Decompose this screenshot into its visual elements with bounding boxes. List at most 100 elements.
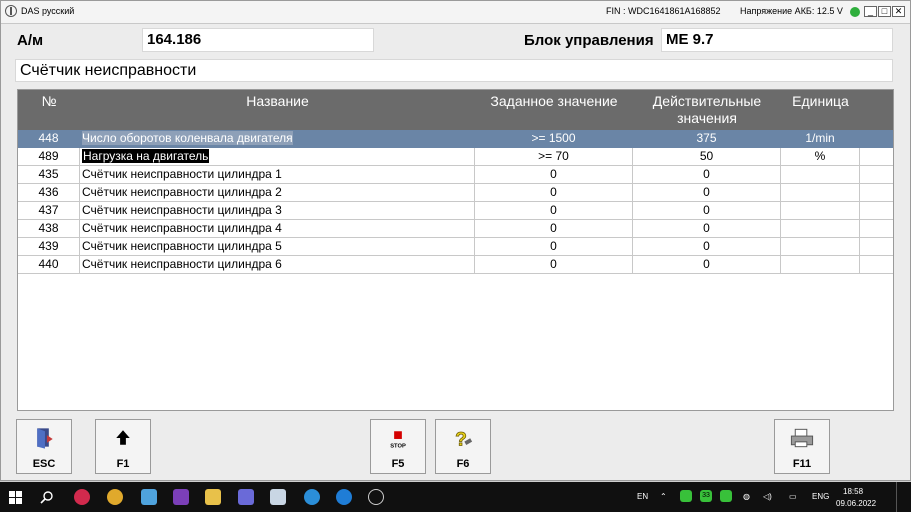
app-icon[interactable] [74,489,90,505]
ecu-label: Блок управления [524,32,654,49]
row-name: Число оборотов коленвала двигателя [82,131,293,145]
row-name: Нагрузка на двигатель [82,149,210,163]
ecu-value: ME 9.7 [661,28,893,52]
row-name: Счётчик неисправности цилиндра 3 [80,202,475,219]
row-extra [860,256,893,273]
stop-icon: STOP [390,431,406,450]
das-logo-icon [5,5,17,17]
f5-button[interactable]: STOP F5 [370,419,426,474]
row-name: Счётчик неисправности цилиндра 4 [80,220,475,237]
f1-button[interactable]: F1 [95,419,151,474]
app-title: DAS русский [21,6,75,16]
ie-icon[interactable] [336,489,352,505]
help-icon: ? [455,429,473,450]
col-header-name: Название [246,93,309,109]
close-button[interactable]: ✕ [892,6,905,17]
svg-text:?: ? [455,430,467,450]
printer-icon [790,428,814,448]
table-row[interactable]: 448 Число оборотов коленвала двигателя >… [18,130,893,148]
windows-start-icon[interactable] [9,491,22,504]
col-header-actual: Действительные значения [652,93,762,126]
table-row[interactable]: 436 Счётчик неисправности цилиндра 2 0 0 [18,184,893,202]
network-app-icon[interactable] [304,489,320,505]
table-row[interactable]: 439 Счётчик неисправности цилиндра 5 0 0 [18,238,893,256]
f6-button[interactable]: ? F6 [435,419,491,474]
row-actual: 0 [633,238,781,255]
table-row[interactable]: 438 Счётчик неисправности цилиндра 4 0 0 [18,220,893,238]
row-target: 0 [475,166,633,183]
model-value: 164.186 [142,28,374,52]
f11-button[interactable]: F11 [774,419,830,474]
search-icon[interactable] [40,490,54,504]
tray-lang[interactable]: ENG [812,492,829,501]
exit-door-icon [37,428,53,449]
row-no: 437 [18,202,80,219]
file-icon[interactable] [270,489,286,505]
row-actual: 0 [633,184,781,201]
chrome-icon[interactable] [107,489,123,505]
show-desktop-button[interactable] [896,482,911,512]
row-name: Счётчик неисправности цилиндра 1 [80,166,475,183]
title-bar: DAS русский FIN : WDC1641861A168852 Напр… [1,1,910,24]
clock-time[interactable]: 18:58 [843,487,863,496]
table-header: № Название Заданное значение Действитель… [18,90,893,130]
table-row[interactable]: 435 Счётчик неисправности цилиндра 1 0 0 [18,166,893,184]
f11-label: F11 [792,458,812,470]
minimize-button[interactable]: _ [864,6,877,17]
row-unit [781,184,860,201]
battery-voltage: Напряжение АКБ: 12.5 V [740,6,843,16]
row-target: 0 [475,220,633,237]
col-header-unit: Единица [792,93,849,109]
row-extra [860,238,893,255]
f1-label: F1 [116,458,130,470]
maximize-button[interactable]: □ [878,6,891,17]
network-icon[interactable]: ◍ [743,492,750,501]
row-no: 489 [18,148,80,165]
taskbar: EN ⌃ 33 ◍ ◁) ▭ ENG 18:58 09.06.2022 [0,482,911,512]
row-no: 448 [18,130,80,147]
row-actual: 375 [633,130,781,147]
row-no: 440 [18,256,80,273]
tray-app2-icon[interactable] [720,490,732,502]
values-table: № Название Заданное значение Действитель… [17,89,894,411]
table-row[interactable]: 437 Счётчик неисправности цилиндра 3 0 0 [18,202,893,220]
row-actual: 50 [633,148,781,165]
tray-app-icon[interactable] [680,490,692,502]
col-header-target: Заданное значение [490,93,618,109]
table-row[interactable]: 489 Нагрузка на двигатель >= 70 50 % [18,148,893,166]
row-no: 438 [18,220,80,237]
row-actual: 0 [633,256,781,273]
table-row[interactable]: 440 Счётчик неисправности цилиндра 6 0 0 [18,256,893,274]
save-icon[interactable] [238,489,254,505]
row-extra [860,202,893,219]
status-ok-icon [850,7,860,17]
folder-icon[interactable] [205,489,221,505]
document-icon[interactable] [141,489,157,505]
esc-button[interactable]: ESC [16,419,72,474]
row-no: 439 [18,238,80,255]
battery-icon[interactable]: ▭ [789,492,797,501]
volume-icon[interactable]: ◁) [763,492,772,501]
tray-lang-short[interactable]: EN [637,492,648,501]
row-extra [860,166,893,183]
row-target: 0 [475,256,633,273]
row-unit [781,220,860,237]
messenger-icon[interactable] [173,489,189,505]
row-unit: 1/min [781,130,860,147]
mercedes-icon[interactable] [368,489,384,505]
row-name: Счётчик неисправности цилиндра 2 [80,184,475,201]
tray-chevron-up-icon[interactable]: ⌃ [660,492,667,501]
arrow-up-icon [116,430,130,445]
clock-date[interactable]: 09.06.2022 [836,499,876,508]
row-extra [860,148,893,165]
row-actual: 0 [633,166,781,183]
row-name-cell: Нагрузка на двигатель [80,148,475,165]
row-extra [860,220,893,237]
tray-badge-icon[interactable]: 33 [700,490,712,502]
row-unit [781,166,860,183]
row-target: 0 [475,184,633,201]
stop-icon-text: STOP [390,444,406,450]
row-extra [860,130,893,147]
row-target: 0 [475,202,633,219]
row-unit [781,238,860,255]
